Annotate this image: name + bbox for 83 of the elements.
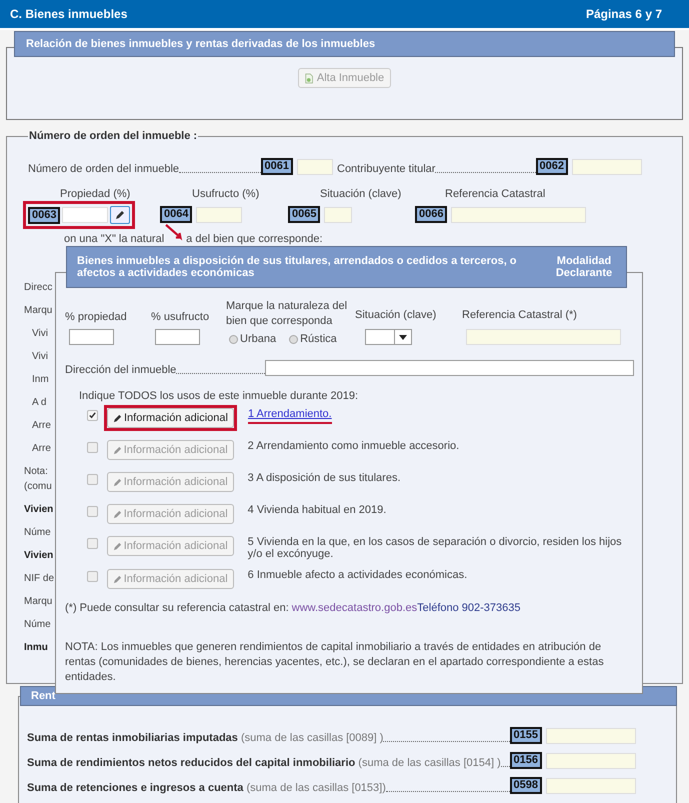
form-text: Nota: [24, 465, 48, 478]
checkbox[interactable] [87, 571, 98, 582]
use-label: 5 Vivienda en la que, en los casos de separación o divorcio, residen los hijos y/o el excónyuge. [248, 536, 623, 560]
box-number: 0064 [160, 206, 192, 223]
instruction-text: a del bien que corresponde: [186, 233, 323, 245]
field-label: Suma de retenciones e ingresos a cuenta (suma de las casillas [0153]) [27, 782, 386, 794]
pencil-icon [112, 478, 122, 486]
edit-button[interactable] [110, 206, 130, 224]
field-label: Dirección del inmueble [65, 364, 176, 376]
checkbox[interactable] [87, 442, 98, 453]
dialog-title: Bienes inmuebles a disposición de sus titulares, arrendados o cedidos a terceros, o afectos a actividades económicas [77, 255, 517, 279]
document-icon [304, 72, 314, 84]
form-text: Arre [32, 419, 51, 432]
box-number: 0598 [510, 777, 542, 794]
box-number: 0063 [28, 206, 60, 224]
pencil-icon [112, 510, 122, 518]
radio-option[interactable]: Rústica [289, 333, 337, 345]
input-field[interactable] [265, 360, 634, 376]
panel-title: Rent [31, 690, 56, 702]
pencil-icon [113, 414, 122, 422]
checkbox[interactable] [87, 506, 98, 517]
field-label: Situación (clave) [320, 188, 402, 200]
panel-title: Relación de bienes inmuebles y rentas derivadas de los inmuebles [26, 38, 376, 50]
form-text: Inm [32, 373, 49, 386]
form-text: A d [32, 396, 46, 409]
use-label: 6 Inmueble afecto a actividades económicas. [248, 569, 468, 581]
form-text: (comu [24, 480, 52, 493]
note-paragraph: NOTA: Los inmuebles que generen rendimientos de capital inmobiliario a través de entidades en atribución de rentas (comunidades de bienes, herencias yacentes, etc.), se declaran en el apartado correspondiente a estas entidades. [65, 640, 605, 685]
field-label: Número de orden del inmueble [28, 163, 180, 175]
field-label: % usufructo [151, 310, 210, 325]
dialog-mode: Modalidad Declarante [554, 255, 614, 279]
field-label: Suma de rendimientos netos reducidos del capital inmobiliario (suma de las casillas [0154] ) [27, 757, 501, 769]
form-text: Inmu [24, 641, 48, 654]
instruction-text: on una "X" la natural [64, 233, 164, 245]
box-number: 0155 [510, 727, 542, 744]
box-number: 0066 [415, 206, 448, 223]
box-number: 0061 [260, 158, 293, 175]
form-text: Núme [24, 526, 51, 539]
form-text: Vivi [32, 350, 48, 363]
use-label: 4 Vivienda habitual en 2019. [248, 504, 388, 516]
radio-option[interactable]: Urbana [229, 333, 276, 345]
box-number: 0156 [510, 752, 542, 769]
pencil-icon [112, 446, 122, 454]
page-reference: Páginas 6 y 7 [586, 7, 662, 21]
form-text: Núme [24, 618, 51, 631]
form-text: Marqu [24, 304, 52, 317]
use-link[interactable]: 1 Arrendamiento. [248, 408, 332, 424]
field-label: Referencia Catastral [445, 188, 546, 200]
catastro-link[interactable]: www.sedecatastro.gob.es [292, 602, 418, 614]
additional-info-button[interactable]: Información adicional [107, 408, 234, 428]
field-label: % propiedad [65, 310, 128, 325]
uses-heading: Indique TODOS los usos de este inmueble durante 2019: [79, 390, 360, 402]
caret-icon [399, 334, 407, 340]
form-text: Marqu [24, 595, 52, 608]
form-text: Vivien [24, 503, 54, 516]
box-number: 0065 [288, 206, 320, 223]
form-text: Vivi [32, 327, 48, 340]
field-label: Suma de rentas inmobiliarias imputadas (suma de las casillas [0089] ) [27, 732, 384, 744]
field-label: Situación (clave) [355, 308, 438, 323]
use-label: 2 Arrendamiento como inmueble accesorio. [248, 440, 460, 452]
input-field[interactable] [155, 329, 200, 345]
field-label: Contribuyente titular [337, 163, 436, 175]
input-field[interactable] [69, 329, 114, 345]
pencil-icon [112, 542, 122, 550]
fieldset-legend: Número de orden del inmueble : [28, 130, 198, 142]
form-text: NIF de [24, 572, 54, 585]
box-number: 0062 [536, 158, 568, 175]
form-text: Vivien [24, 549, 54, 562]
pencil-icon [112, 574, 122, 584]
field-label: Usufructo (%) [192, 188, 260, 200]
form-text: Arre [32, 442, 51, 455]
section-title: C. Bienes inmuebles [10, 7, 128, 21]
catastro-note: (*) Puede consultar su referencia catastral en: [65, 602, 289, 614]
field-label: Referencia Catastral (*) [462, 308, 578, 323]
checkbox[interactable] [87, 538, 98, 549]
use-label: 3 A disposición de sus titulares. [248, 472, 402, 484]
form-text: Direcc [24, 281, 52, 294]
checkbox[interactable] [87, 410, 98, 421]
field-label: Propiedad (%) [60, 188, 130, 200]
phone-number: Teléfono 902-373635 [417, 602, 521, 614]
checkbox[interactable] [87, 474, 98, 485]
pencil-icon [115, 210, 126, 220]
field-label: Marque la naturaleza del bien que corresponda [226, 299, 348, 329]
